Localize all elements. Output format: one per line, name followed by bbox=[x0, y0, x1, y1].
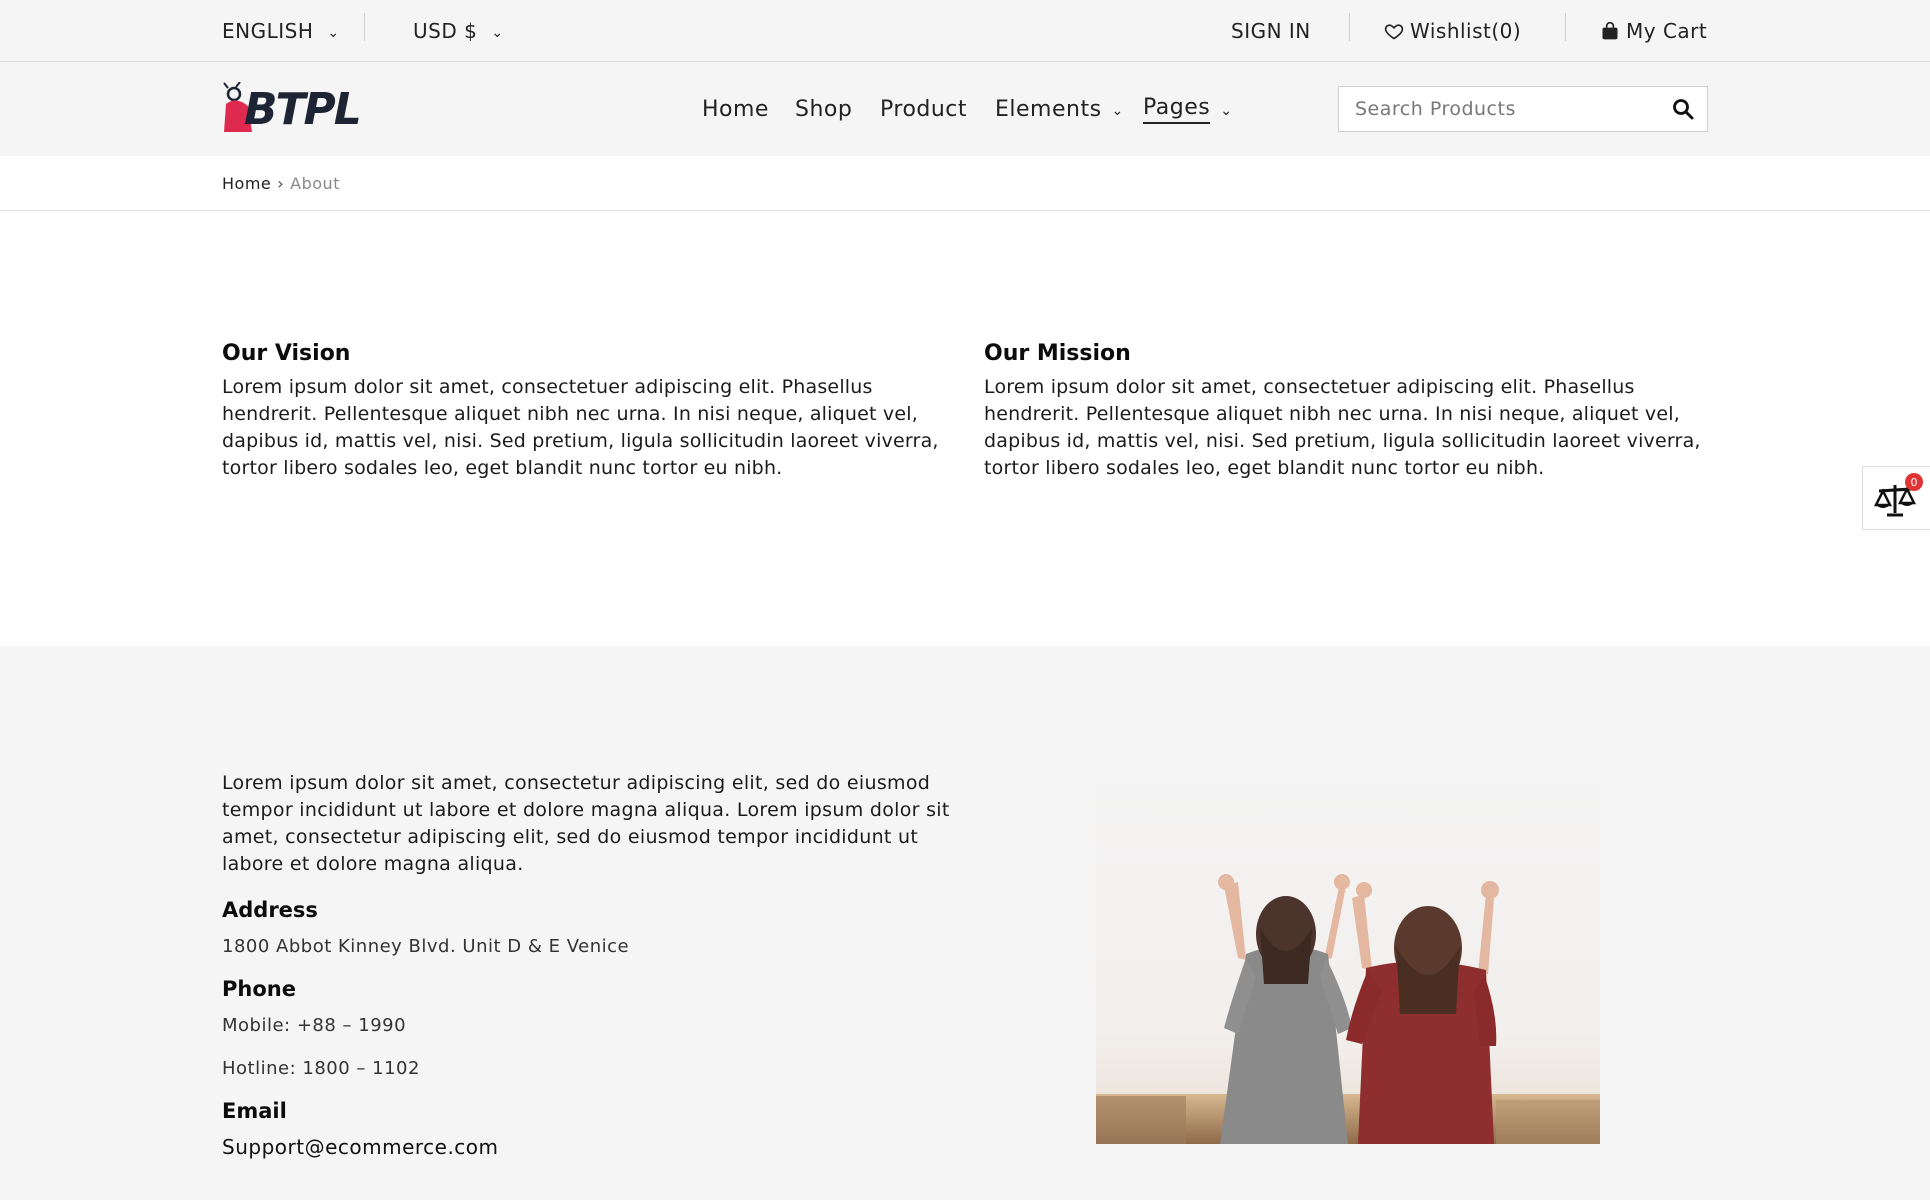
nav-home[interactable]: Home bbox=[702, 62, 769, 156]
contact-info: Lorem ipsum dolor sit amet, consectetur … bbox=[222, 770, 962, 1159]
nav-pages-label: Pages bbox=[1143, 95, 1211, 124]
nav-elements[interactable]: Elements ⌄ bbox=[995, 62, 1124, 156]
currency-selector[interactable]: USD $ ⌄ bbox=[413, 0, 504, 62]
breadcrumb-home[interactable]: Home bbox=[222, 174, 271, 193]
chevron-right-icon: › bbox=[277, 174, 285, 193]
sign-in-label: SIGN IN bbox=[1231, 19, 1311, 43]
vision-title: Our Vision bbox=[222, 341, 351, 366]
mobile-number: Mobile: +88 – 1990 bbox=[222, 1015, 407, 1036]
top-bar: ENGLISH ⌄ USD $ ⌄ SIGN IN Wishlist(0) My… bbox=[0, 0, 1930, 62]
sign-in-link[interactable]: SIGN IN bbox=[1231, 0, 1311, 62]
nav-product[interactable]: Product bbox=[880, 62, 967, 156]
cart-label: My Cart bbox=[1626, 19, 1708, 43]
chevron-down-icon: ⌄ bbox=[1111, 103, 1124, 119]
language-selector[interactable]: ENGLISH ⌄ bbox=[222, 0, 340, 62]
breadcrumb-current: About bbox=[290, 174, 340, 193]
search-input[interactable] bbox=[1339, 87, 1659, 131]
divider bbox=[1565, 13, 1566, 41]
address-text: 1800 Abbot Kinney Blvd. Unit D & E Venic… bbox=[222, 936, 630, 957]
nav-pages[interactable]: Pages ⌄ bbox=[1143, 62, 1232, 156]
bag-icon bbox=[1600, 21, 1620, 41]
mission-title: Our Mission bbox=[984, 341, 1131, 366]
email-title: Email bbox=[222, 1099, 287, 1123]
compare-count-badge: 0 bbox=[1905, 473, 1923, 491]
wishlist-link[interactable]: Wishlist(0) bbox=[1384, 0, 1521, 62]
mission-text: Lorem ipsum dolor sit amet, consectetuer… bbox=[984, 376, 1701, 479]
main-header: BTPL Home Shop Product Elements ⌄ Pages … bbox=[0, 62, 1930, 156]
divider bbox=[1349, 13, 1350, 41]
phone-title: Phone bbox=[222, 977, 296, 1001]
nav-product-label: Product bbox=[880, 96, 968, 122]
cart-link[interactable]: My Cart bbox=[1600, 0, 1707, 62]
logo-text: BTPL bbox=[244, 84, 362, 135]
contact-section: Lorem ipsum dolor sit amet, consectetur … bbox=[0, 646, 1930, 1200]
vision-text: Lorem ipsum dolor sit amet, consectetuer… bbox=[222, 376, 939, 479]
contact-intro: Lorem ipsum dolor sit amet, consectetur … bbox=[222, 772, 950, 875]
search-box bbox=[1338, 86, 1708, 132]
nav-shop-label: Shop bbox=[795, 96, 853, 122]
breadcrumb-bar: Home › About bbox=[0, 156, 1930, 211]
nav-shop[interactable]: Shop bbox=[795, 62, 852, 156]
search-icon[interactable] bbox=[1671, 97, 1695, 121]
currency-label: USD $ bbox=[413, 19, 478, 43]
chevron-down-icon: ⌄ bbox=[1220, 103, 1233, 119]
vision-mission-section: Our Vision Lorem ipsum dolor sit amet, c… bbox=[0, 211, 1930, 646]
chevron-down-icon: ⌄ bbox=[327, 25, 340, 41]
divider bbox=[364, 13, 365, 41]
wishlist-label: Wishlist(0) bbox=[1410, 19, 1522, 43]
email-link[interactable]: Support@ecommerce.com bbox=[222, 1135, 962, 1159]
chevron-down-icon: ⌄ bbox=[491, 25, 504, 41]
hotline-number: Hotline: 1800 – 1102 bbox=[222, 1058, 420, 1079]
about-photo bbox=[1096, 778, 1600, 1144]
vision-block: Our Vision Lorem ipsum dolor sit amet, c… bbox=[222, 341, 952, 482]
nav-elements-label: Elements bbox=[995, 96, 1102, 122]
address-title: Address bbox=[222, 898, 318, 922]
compare-widget[interactable]: 0 bbox=[1862, 466, 1930, 530]
brand-logo[interactable]: BTPL bbox=[222, 82, 362, 138]
mission-block: Our Mission Lorem ipsum dolor sit amet, … bbox=[984, 341, 1714, 482]
nav-home-label: Home bbox=[702, 96, 769, 122]
language-label: ENGLISH bbox=[222, 19, 314, 43]
breadcrumb: Home › About bbox=[222, 156, 340, 211]
heart-icon bbox=[1384, 21, 1404, 41]
